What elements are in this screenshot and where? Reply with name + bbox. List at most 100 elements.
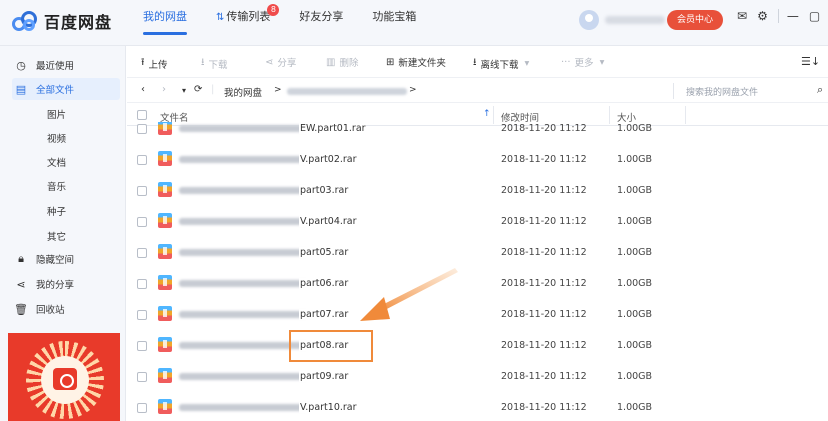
row-checkbox[interactable]	[137, 310, 147, 320]
app-logo[interactable]: 百度网盘	[12, 8, 112, 34]
filename-blurred	[179, 280, 307, 287]
filename-blurred	[179, 218, 307, 225]
file-modified: 2018-11-20 11:12	[501, 340, 587, 351]
new-folder-button[interactable]: ⊞ 新建文件夹	[386, 55, 446, 70]
divider	[673, 83, 674, 99]
sidebar-sub-other[interactable]: 其它	[47, 229, 66, 243]
select-all-checkbox[interactable]	[137, 110, 147, 120]
sidebar-item-all-files[interactable]: ▤ 全部文件	[12, 78, 120, 100]
filename-blurred	[179, 404, 307, 411]
gift-icon	[53, 368, 77, 390]
upload-button[interactable]: ⭱ 上传	[141, 55, 168, 72]
more-label: 更多	[574, 58, 594, 69]
search-icon[interactable]: ⌕	[817, 83, 823, 97]
file-name-suffix[interactable]: V.part10.rar	[299, 402, 357, 413]
table-row[interactable]: part07.rar 2018-11-20 11:12 1.00GB	[127, 299, 828, 330]
rar-file-icon	[158, 151, 172, 166]
sort-icon[interactable]: ☰↓	[801, 55, 820, 68]
search-input[interactable]: 搜索我的网盘文件	[686, 85, 758, 98]
tab-friend-share[interactable]: 好友分享	[299, 0, 343, 46]
back-icon[interactable]: ‹	[141, 84, 145, 95]
share-icon: ⋖	[265, 56, 274, 68]
breadcrumb-folder-blurred[interactable]	[287, 88, 407, 95]
sidebar-sub-videos[interactable]: 视频	[47, 131, 66, 145]
history-dropdown-icon[interactable]: ▾	[182, 86, 186, 95]
tab-friend-share-label: 好友分享	[299, 10, 344, 23]
delete-button[interactable]: ▥ 删除	[326, 55, 358, 70]
refresh-icon[interactable]: ⟳	[194, 84, 202, 95]
share-button[interactable]: ⋖ 分享	[265, 55, 296, 70]
tab-my-disk[interactable]: 我的网盘	[143, 0, 187, 46]
sidebar-item-my-shares[interactable]: ⋖ 我的分享	[14, 275, 74, 293]
minimize-icon[interactable]: —	[787, 9, 799, 23]
table-row[interactable]: V.part04.rar 2018-11-20 11:12 1.00GB	[127, 206, 828, 237]
table-row[interactable]: part05.rar 2018-11-20 11:12 1.00GB	[127, 237, 828, 268]
promo-banner[interactable]	[8, 333, 120, 421]
file-size: 1.00GB	[617, 185, 653, 196]
mail-icon[interactable]: ✉	[737, 9, 747, 23]
rar-file-icon	[158, 122, 172, 135]
download-button[interactable]: ⭳ 下载	[201, 55, 228, 72]
row-checkbox[interactable]	[137, 372, 147, 382]
table-row[interactable]: part06.rar 2018-11-20 11:12 1.00GB	[127, 268, 828, 299]
file-name-suffix[interactable]: V.part04.rar	[299, 216, 357, 227]
file-name-suffix[interactable]: part05.rar	[299, 247, 349, 258]
file-name-suffix[interactable]: part06.rar	[299, 278, 349, 289]
tab-toolbox[interactable]: 功能宝箱	[372, 0, 416, 46]
settings-icon[interactable]: ⚙	[757, 9, 768, 23]
clock-icon: ◷	[16, 58, 26, 72]
sidebar-item-trash[interactable]: 🗑︎ 回收站	[14, 300, 65, 318]
filename-blurred	[179, 311, 307, 318]
file-name-suffix[interactable]: EW.part01.rar	[299, 123, 366, 134]
offline-download-icon: ⭳	[473, 57, 477, 68]
row-checkbox[interactable]	[137, 248, 147, 258]
row-checkbox[interactable]	[137, 341, 147, 351]
row-checkbox[interactable]	[137, 403, 147, 413]
maximize-icon[interactable]: ▢	[809, 9, 820, 23]
table-row[interactable]: part08.rar 2018-11-20 11:12 1.00GB	[127, 330, 828, 361]
tab-transfer-list[interactable]: ⇅ 传输列表 8	[216, 0, 280, 46]
upload-icon: ⭱	[141, 57, 145, 68]
filename-blurred	[179, 342, 307, 349]
row-checkbox[interactable]	[137, 124, 147, 134]
sidebar-item-recent[interactable]: ◷ 最近使用	[14, 56, 74, 74]
file-modified: 2018-11-20 11:12	[501, 402, 587, 413]
upload-label: 上传	[148, 59, 168, 71]
table-row[interactable]: EW.part01.rar 2018-11-20 11:12 1.00GB	[127, 122, 828, 144]
sort-arrow-icon[interactable]: ↑	[483, 109, 491, 119]
table-row[interactable]: V.part10.rar 2018-11-20 11:12 1.00GB	[127, 392, 828, 421]
avatar[interactable]	[579, 10, 599, 30]
filename-blurred	[179, 249, 307, 256]
table-row[interactable]: part09.rar 2018-11-20 11:12 1.00GB	[127, 361, 828, 392]
file-name-suffix[interactable]: part03.rar	[299, 185, 349, 196]
lock-icon: 🔒︎	[18, 252, 24, 265]
cloud-logo-icon	[12, 10, 38, 32]
sidebar-sub-torrents[interactable]: 种子	[47, 204, 66, 218]
vip-center-button[interactable]: 会员中心	[667, 10, 723, 30]
table-row[interactable]: V.part02.rar 2018-11-20 11:12 1.00GB	[127, 144, 828, 175]
rar-file-icon	[158, 275, 172, 290]
new-folder-icon: ⊞	[386, 56, 395, 68]
user-profile[interactable]	[579, 10, 665, 30]
file-name-suffix[interactable]: V.part02.rar	[299, 154, 357, 165]
table-row[interactable]: part03.rar 2018-11-20 11:12 1.00GB	[127, 175, 828, 206]
row-checkbox[interactable]	[137, 186, 147, 196]
file-size: 1.00GB	[617, 278, 653, 289]
forward-icon[interactable]: ›	[162, 84, 166, 95]
file-modified: 2018-11-20 11:12	[501, 278, 587, 289]
more-button[interactable]: ··· 更多 ▾	[561, 55, 604, 70]
sidebar-sub-docs[interactable]: 文档	[47, 155, 66, 169]
sidebar-sub-music[interactable]: 音乐	[47, 179, 66, 193]
row-checkbox[interactable]	[137, 155, 147, 165]
row-checkbox[interactable]	[137, 217, 147, 227]
rar-file-icon	[158, 368, 172, 383]
sidebar-item-hidden-space[interactable]: 🔒︎ 隐藏空间	[14, 250, 74, 268]
sidebar-sub-images[interactable]: 图片	[47, 107, 66, 121]
download-icon: ⭳	[201, 57, 205, 68]
file-name-suffix[interactable]: part07.rar	[299, 309, 349, 320]
file-name-suffix[interactable]: part09.rar	[299, 371, 349, 382]
breadcrumb-root[interactable]: 我的网盘	[224, 85, 262, 99]
row-checkbox[interactable]	[137, 279, 147, 289]
offline-download-button[interactable]: ⭳ 离线下载 ▾	[473, 55, 529, 72]
file-size: 1.00GB	[617, 123, 653, 134]
